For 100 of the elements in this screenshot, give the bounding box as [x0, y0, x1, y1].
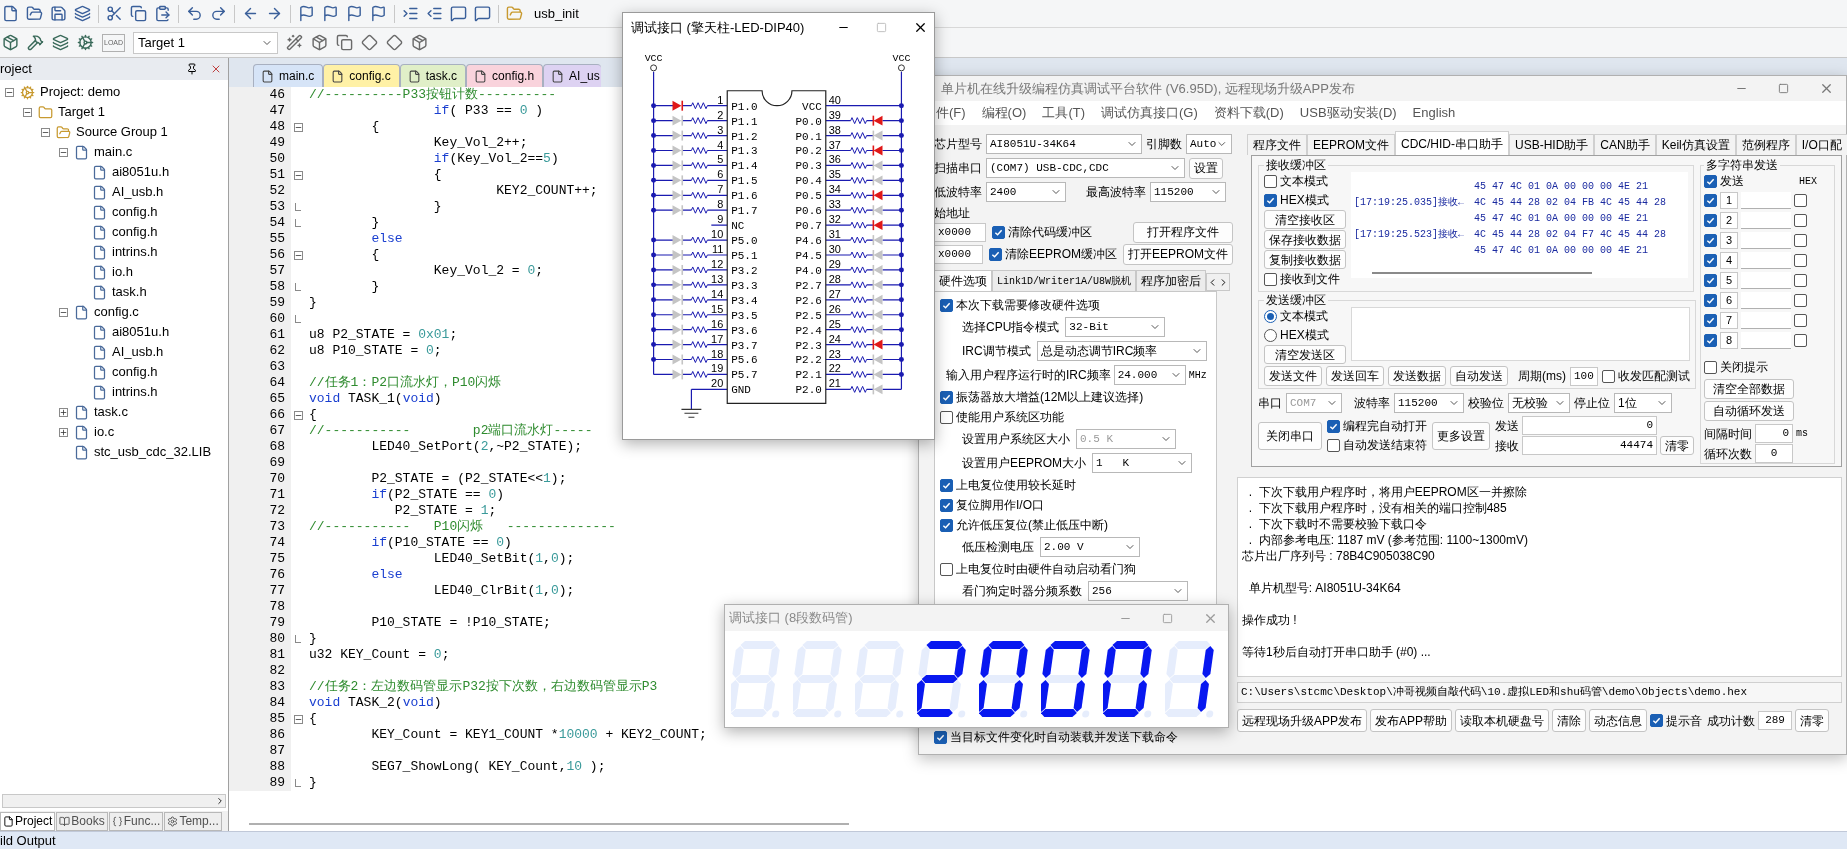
action-button[interactable]: 清除 — [1552, 709, 1587, 732]
checkbox[interactable]: 清除EEPROM缓冲区 — [988, 245, 1117, 263]
action-button[interactable]: 动态信息 — [1589, 709, 1648, 732]
checkbox[interactable]: 上电复位使用较长延时 — [940, 476, 1076, 494]
action-button[interactable]: 清空发送区 — [1264, 345, 1346, 364]
flag-icon[interactable] — [322, 5, 339, 22]
checkbox[interactable]: 复位脚用作I/O口 — [940, 496, 1044, 514]
redo-icon[interactable] — [210, 5, 227, 22]
tab[interactable]: 程序加密后 — [1136, 270, 1207, 291]
input-field[interactable] — [1741, 211, 1791, 229]
checkbox[interactable]: 振荡器放大增益(12M以上建议选择) — [940, 388, 1144, 406]
checkbox[interactable] — [1794, 253, 1807, 267]
rebuild-icon[interactable] — [27, 34, 44, 51]
send-number-button[interactable]: 7 — [1720, 311, 1738, 329]
dropdown[interactable]: 总是动态调节IRC频率 — [1036, 341, 1207, 361]
editor-tab[interactable]: config.h — [466, 64, 544, 87]
paste-icon[interactable] — [154, 5, 171, 22]
tree-item[interactable]: ai8051u.h — [112, 162, 170, 182]
undo-icon[interactable] — [186, 5, 203, 22]
close-port-button[interactable]: 关闭串口 — [1258, 421, 1322, 450]
scrollbar-thumb[interactable] — [1372, 272, 1592, 274]
diamond-icon[interactable] — [386, 34, 404, 51]
dropdown[interactable]: 115200 — [1394, 393, 1464, 413]
collapse-icon[interactable] — [22, 107, 32, 117]
tree-item[interactable]: ai8051u.h — [112, 322, 170, 342]
action-button[interactable]: 更多设置 — [1432, 421, 1490, 450]
checkbox[interactable] — [1794, 193, 1807, 207]
send-number-button[interactable]: 2 — [1720, 211, 1738, 229]
input-field[interactable]: 289 — [1758, 711, 1793, 730]
tree-item[interactable]: Project: demo — [40, 82, 121, 102]
checkbox[interactable]: 接收到文件 — [1264, 270, 1346, 288]
send-number-button[interactable]: 6 — [1720, 291, 1738, 309]
send-number-button[interactable]: 4 — [1720, 251, 1738, 269]
action-button[interactable]: 发送文件 — [1264, 366, 1322, 386]
menu-item[interactable]: 调试仿真接口(G) — [1101, 103, 1198, 123]
checkbox[interactable] — [1794, 313, 1807, 327]
checkbox[interactable]: 清除代码缓冲区 — [992, 223, 1092, 241]
tree-item[interactable]: Target 1 — [58, 102, 105, 122]
package-icon[interactable] — [311, 34, 329, 51]
radio-button[interactable]: HEX模式 — [1264, 326, 1346, 344]
new-file-icon[interactable] — [2, 5, 19, 22]
tab[interactable]: CAN助手 — [1594, 134, 1656, 155]
copy-icon[interactable] — [130, 5, 147, 22]
checkbox[interactable] — [1704, 313, 1717, 327]
checkbox[interactable] — [1704, 213, 1717, 227]
tab[interactable]: EEPROM文件 — [1307, 134, 1395, 155]
checkbox[interactable] — [1794, 293, 1807, 307]
action-button[interactable]: 清零 — [1795, 709, 1830, 732]
input-field[interactable]: 100 — [1570, 366, 1598, 386]
collapse-icon[interactable] — [4, 87, 14, 97]
menu-item[interactable]: USB驱动安装(D) — [1299, 103, 1397, 123]
input-field[interactable]: 0 — [1755, 424, 1793, 443]
checkbox[interactable]: 关闭提示 — [1704, 358, 1831, 376]
checkbox[interactable]: 上电复位时由硬件自动启动看门狗 — [940, 560, 1136, 578]
collapse-icon[interactable] — [293, 122, 303, 132]
checkbox[interactable] — [1704, 333, 1717, 347]
dropdown[interactable]: 无校验 — [1508, 393, 1570, 413]
checkbox[interactable]: 自动发送结束符 — [1327, 436, 1427, 454]
send-number-button[interactable]: 3 — [1720, 231, 1738, 249]
action-button[interactable]: 复制接收数据 — [1264, 250, 1346, 269]
action-button[interactable]: 发送数据 — [1388, 366, 1446, 386]
send-number-button[interactable]: 1 — [1720, 191, 1738, 209]
address-field[interactable]: x0000 — [934, 222, 986, 242]
send-number-button[interactable]: 8 — [1720, 331, 1738, 349]
collapse-icon[interactable] — [293, 170, 303, 180]
tree-item[interactable]: config.h — [112, 362, 158, 382]
editor-tab[interactable]: config.c — [323, 64, 400, 87]
settings-icon[interactable] — [77, 34, 94, 51]
menu-item[interactable]: English — [1412, 103, 1456, 123]
tab[interactable]: CDC/HID-串口助手 — [1395, 131, 1509, 155]
input-field[interactable] — [1741, 191, 1791, 209]
tab[interactable]: I/O口配 — [1795, 134, 1847, 155]
open-file-button[interactable]: 打开EEPROM文件 — [1123, 243, 1233, 265]
tree-item[interactable]: config.h — [112, 202, 158, 222]
checkbox[interactable]: 提示音 — [1650, 711, 1703, 730]
save-icon[interactable] — [50, 5, 67, 22]
checkbox[interactable]: 当目标文件变化时自动装载并发送下载命令 — [934, 728, 1178, 746]
action-button[interactable]: 自动循环发送 — [1704, 401, 1794, 421]
action-button[interactable]: 发送回车 — [1326, 366, 1384, 386]
comment-icon[interactable] — [450, 5, 467, 22]
tree-item[interactable]: intrins.h — [112, 242, 158, 262]
maximize-icon[interactable] — [1778, 83, 1789, 94]
flag-icon[interactable] — [298, 5, 315, 22]
tree-item[interactable]: AI_usb.h — [112, 342, 164, 362]
wand-icon[interactable] — [286, 34, 304, 51]
tree-item[interactable]: task.c — [94, 402, 128, 422]
action-button[interactable]: 发布APP帮助 — [1370, 709, 1453, 732]
settings-button[interactable]: 设置 — [1189, 157, 1223, 179]
checkbox[interactable]: 允许低压复位(禁止低压中断) — [940, 516, 1108, 534]
checkbox[interactable] — [1704, 293, 1717, 307]
expand-icon[interactable] — [58, 407, 68, 417]
tab[interactable]: Keil仿真设置 — [1655, 134, 1736, 155]
horizontal-scrollbar[interactable] — [2, 794, 226, 808]
tree-item[interactable]: AI_usb.h — [112, 182, 164, 202]
tree-item[interactable]: intrins.h — [112, 382, 158, 402]
action-button[interactable]: 清空全部数据 — [1704, 379, 1794, 399]
copy-icon[interactable] — [336, 34, 354, 51]
panel-tab[interactable]: Project — [0, 811, 56, 831]
checkbox[interactable] — [1704, 233, 1717, 247]
panel-tab[interactable]: Temp... — [164, 811, 222, 831]
